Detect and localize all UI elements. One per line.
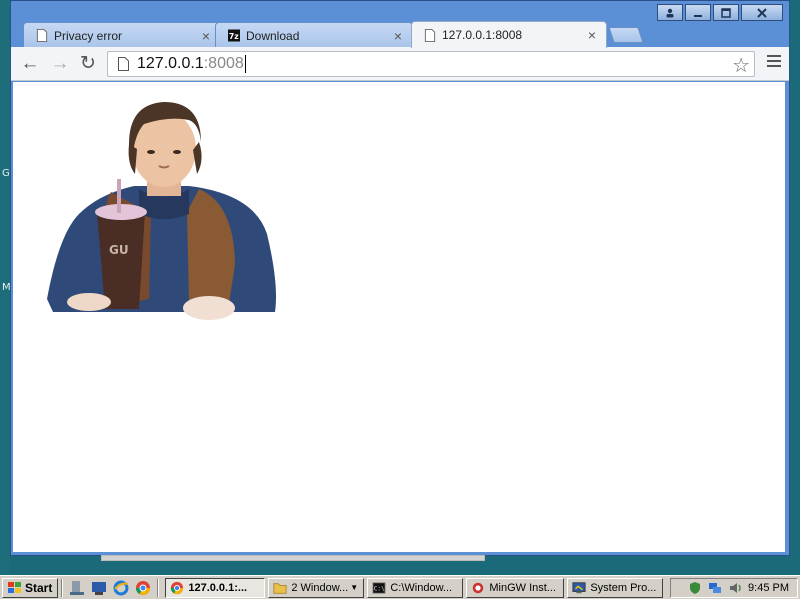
- network-icon[interactable]: [708, 581, 722, 595]
- taskbar-button-label: 127.0.0.1:...: [188, 581, 248, 594]
- desktop-icon-label[interactable]: G: [2, 168, 10, 179]
- cmd-icon: C:\: [372, 581, 386, 594]
- folder-icon: [273, 582, 287, 594]
- chrome-icon: [171, 581, 184, 594]
- horizontal-scrollbar[interactable]: [101, 555, 485, 561]
- tab-privacy-error[interactable]: Privacy error ×: [23, 22, 221, 48]
- maximize-button[interactable]: [713, 4, 739, 21]
- new-tab-button[interactable]: [608, 27, 644, 43]
- volume-icon[interactable]: [728, 581, 742, 595]
- url-host: 127.0.0.1: [137, 55, 204, 73]
- taskbar-button-cmd[interactable]: C:\ C:\Window...: [367, 577, 464, 598]
- taskbar-button-label: 2 Window...: [291, 581, 349, 594]
- forward-button[interactable]: →: [49, 53, 71, 75]
- taskbar-button-mingw-installer[interactable]: MinGW Inst...: [466, 577, 565, 598]
- tab-localhost[interactable]: 127.0.0.1:8008 ×: [411, 21, 607, 48]
- taskbar-button-chrome[interactable]: 127.0.0.1:...: [165, 577, 266, 598]
- clock[interactable]: 9:45 PM: [748, 582, 789, 594]
- ie-icon[interactable]: [113, 580, 129, 596]
- bookmark-star-icon[interactable]: ☆: [732, 53, 750, 78]
- address-bar[interactable]: 127.0.0.1:8008 ☆: [107, 51, 755, 77]
- system-icon: [572, 581, 586, 593]
- window-controls: [657, 4, 783, 21]
- taskbar-button-label: C:\Window...: [390, 581, 453, 594]
- start-label: Start: [25, 580, 53, 595]
- tab-title: Privacy error: [54, 28, 123, 43]
- illustration-image: GU: [47, 102, 276, 320]
- taskbar-button-label: MinGW Inst...: [489, 581, 556, 594]
- tab-close-button[interactable]: ×: [588, 27, 596, 43]
- security-shield-icon[interactable]: [688, 581, 702, 595]
- svg-text:7z: 7z: [229, 32, 239, 41]
- chrome-menu-button[interactable]: [767, 55, 781, 70]
- taskbar-separator: [157, 578, 160, 597]
- back-button[interactable]: ←: [19, 53, 41, 75]
- user-profile-button[interactable]: [657, 4, 683, 21]
- 7zip-icon: 7z: [228, 29, 240, 42]
- installer-icon: [473, 582, 484, 593]
- tab-close-button[interactable]: ×: [394, 28, 402, 44]
- browser-toolbar: ← → ↻ 127.0.0.1:8008 ☆: [11, 47, 789, 81]
- show-desktop-icon[interactable]: [91, 580, 107, 596]
- system-tray: 9:45 PM: [670, 578, 798, 598]
- start-button[interactable]: Start: [2, 577, 59, 598]
- chrome-icon[interactable]: [135, 580, 151, 596]
- taskbar-button-windows-explorer[interactable]: 2 Window... ▼: [268, 577, 365, 598]
- server-manager-icon[interactable]: [69, 580, 85, 596]
- page-icon: [36, 29, 48, 42]
- page-icon: [424, 28, 436, 42]
- user-icon: [666, 8, 674, 17]
- close-window-button[interactable]: [741, 4, 783, 21]
- tab-close-button[interactable]: ×: [202, 28, 210, 44]
- taskbar: Start 127.0.0.1:... 2 Window... ▼ C:\ C:…: [0, 575, 800, 599]
- tab-title: 127.0.0.1:8008: [442, 28, 523, 42]
- page-icon: [118, 57, 129, 71]
- tab-title: Download: [246, 28, 300, 43]
- page-content: GU: [13, 82, 785, 552]
- taskbar-separator: [61, 578, 64, 597]
- chevron-down-icon: ▼: [350, 583, 359, 592]
- close-icon: [757, 7, 767, 18]
- taskbar-button-system-properties[interactable]: System Pro...: [567, 577, 664, 598]
- svg-text:C:\: C:\: [374, 585, 385, 592]
- desktop-background: G M: [0, 0, 11, 575]
- svg-text:GU: GU: [109, 243, 129, 257]
- windows-logo-icon: [8, 581, 21, 593]
- browser-window: Privacy error × 7z Download × 127.0.0.1:…: [10, 0, 790, 556]
- restore-icon: [721, 7, 731, 18]
- tab-strip: Privacy error × 7z Download × 127.0.0.1:…: [15, 20, 789, 48]
- taskbar-button-label: System Pro...: [590, 581, 657, 594]
- tab-download[interactable]: 7z Download ×: [215, 22, 413, 48]
- reload-button[interactable]: ↻: [77, 53, 99, 75]
- url-text[interactable]: 127.0.0.1:8008: [137, 54, 246, 73]
- text-cursor: [244, 54, 246, 73]
- minimize-icon: [694, 14, 702, 17]
- url-port: :8008: [203, 55, 244, 73]
- minimize-button[interactable]: [685, 4, 711, 21]
